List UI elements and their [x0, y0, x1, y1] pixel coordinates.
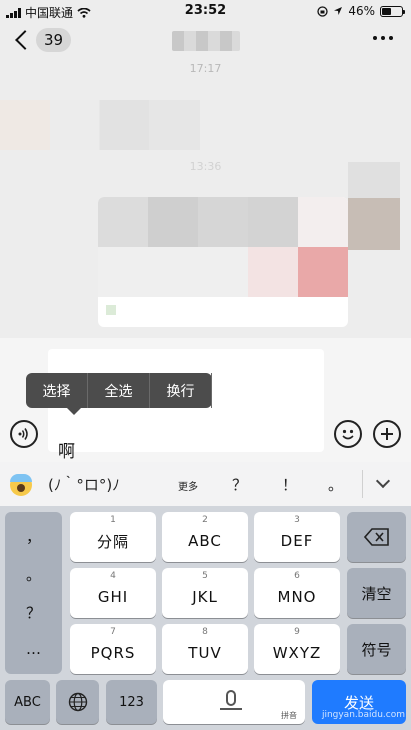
- chevron-left-icon: [15, 30, 35, 50]
- chat-header: 39: [0, 22, 411, 62]
- text-context-menu: 选择 全选 换行: [26, 373, 212, 415]
- key-number: 4: [110, 571, 116, 581]
- avatar-blurred: [0, 100, 50, 150]
- battery-fill: [382, 7, 391, 15]
- backspace-icon: [363, 528, 389, 546]
- key-label: MNO: [277, 588, 317, 606]
- globe-icon: [68, 692, 87, 712]
- space-key[interactable]: 拼音: [163, 680, 305, 724]
- contact-name-blurred: [172, 31, 240, 51]
- message-bubble-blurred: [50, 100, 200, 150]
- number-key[interactable]: 123: [106, 680, 157, 724]
- card-title-blurred: [98, 197, 348, 247]
- status-right: 46%: [317, 4, 405, 18]
- key-label: GHI: [97, 588, 129, 606]
- emoji-mouth: [17, 484, 25, 492]
- key-number: 6: [294, 571, 300, 581]
- keyboard: ， 。 ？ … 1 分隔 2 ABC 3 DEF 4 GHI 5 JKL 6 M…: [0, 506, 411, 730]
- key-label: ABC: [188, 532, 222, 550]
- voice-input-button[interactable]: [10, 420, 38, 448]
- key-8[interactable]: 8 TUV: [162, 624, 248, 674]
- candidate-more[interactable]: 更多: [178, 478, 198, 493]
- space-key-label: 拼音: [281, 711, 297, 720]
- key-number: 1: [110, 515, 116, 525]
- candidate-item[interactable]: 。: [328, 474, 343, 495]
- back-button[interactable]: 39: [12, 28, 72, 52]
- more-options-button[interactable]: [373, 36, 393, 40]
- candidate-item[interactable]: ？: [232, 474, 247, 495]
- delete-key[interactable]: [347, 512, 406, 562]
- message-input-text: 啊: [58, 442, 75, 462]
- key-number: 3: [294, 515, 300, 525]
- key-label: JKL: [192, 588, 218, 606]
- mic-base: [220, 708, 242, 710]
- menu-arrow: [67, 408, 81, 415]
- globe-key[interactable]: [56, 680, 99, 724]
- location-icon: [334, 7, 343, 15]
- shared-card-blurred[interactable]: [98, 197, 348, 327]
- emoji-forehead: [10, 474, 32, 482]
- punctuation-column[interactable]: ， 。 ？ …: [5, 512, 62, 674]
- key-number: 9: [294, 627, 300, 637]
- avatar-blurred: [348, 162, 400, 198]
- key-label: WXYZ: [272, 644, 322, 662]
- watermark: jingyan.baidu.com: [321, 710, 405, 720]
- key-label: DEF: [280, 532, 314, 550]
- menu-item-newline[interactable]: 换行: [150, 373, 212, 408]
- card-image-blurred: [98, 247, 348, 297]
- symbol-key[interactable]: 符号: [347, 624, 406, 674]
- mic-icon: [226, 690, 236, 706]
- key-1[interactable]: 1 分隔: [70, 512, 156, 562]
- unread-count-badge: 39: [36, 28, 72, 52]
- battery-percent: 46%: [348, 4, 375, 18]
- key-6[interactable]: 6 MNO: [254, 568, 340, 618]
- key-4[interactable]: 4 GHI: [70, 568, 156, 618]
- key-3[interactable]: 3 DEF: [254, 512, 340, 562]
- punct-ellipsis[interactable]: …: [5, 640, 62, 658]
- menu-item-select-all[interactable]: 全选: [88, 373, 150, 408]
- key-number: 2: [202, 515, 208, 525]
- key-5[interactable]: 5 JKL: [162, 568, 248, 618]
- emoji-button[interactable]: [334, 420, 362, 448]
- candidate-divider: [362, 470, 363, 498]
- key-number: 7: [110, 627, 116, 637]
- status-bar: 中国联通 23:52 46%: [0, 0, 411, 22]
- battery-icon: [380, 5, 405, 17]
- key-7[interactable]: 7 PQRS: [70, 624, 156, 674]
- key-number: 5: [202, 571, 208, 581]
- rotation-lock-icon: [317, 5, 328, 17]
- dot-icon: [389, 36, 393, 40]
- candidate-bar: (ﾉ｀°ロ°)ﾉ 更多 ？ ！ 。: [0, 462, 411, 506]
- punct-question[interactable]: ？: [5, 602, 62, 623]
- voice-icon: [18, 428, 28, 440]
- key-label: 分隔: [96, 532, 129, 551]
- dot-icon: [381, 36, 385, 40]
- key-label: TUV: [188, 644, 222, 662]
- key-number: 8: [202, 627, 208, 637]
- chevron-down-icon[interactable]: [375, 473, 391, 489]
- clear-key[interactable]: 清空: [347, 568, 406, 618]
- menu-item-select[interactable]: 选择: [26, 373, 88, 408]
- scream-emoji-icon[interactable]: [10, 474, 32, 496]
- key-label: PQRS: [90, 644, 136, 662]
- punct-comma[interactable]: ，: [5, 526, 62, 547]
- avatar-blurred: [348, 198, 400, 250]
- key-9[interactable]: 9 WXYZ: [254, 624, 340, 674]
- smiley-icon: [342, 429, 354, 440]
- card-source-icon: [106, 305, 116, 315]
- more-functions-button[interactable]: [373, 420, 401, 448]
- dot-icon: [373, 36, 377, 40]
- message-timestamp: 17:17: [189, 62, 222, 75]
- punct-period[interactable]: 。: [5, 564, 62, 585]
- candidate-item[interactable]: ！: [282, 474, 297, 495]
- candidate-item[interactable]: (ﾉ｀°ロ°)ﾉ: [48, 474, 120, 495]
- abc-key[interactable]: ABC: [5, 680, 50, 724]
- key-2[interactable]: 2 ABC: [162, 512, 248, 562]
